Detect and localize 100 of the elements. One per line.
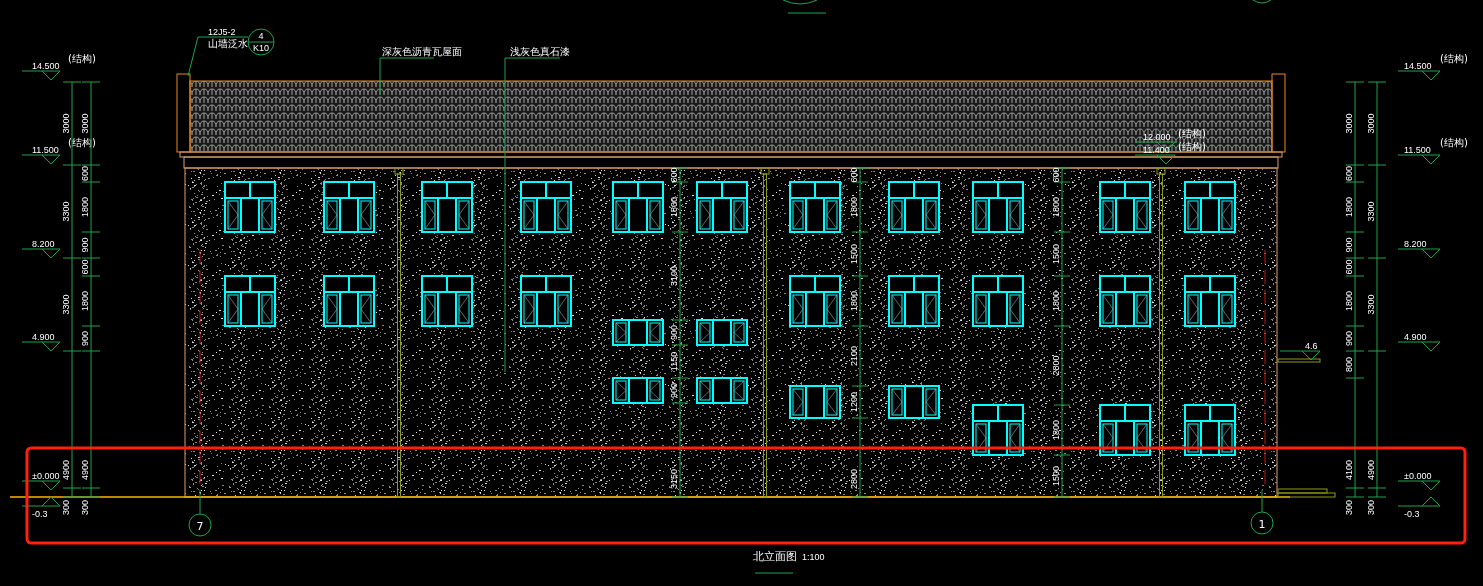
dimension-text: 1150 (669, 351, 679, 372)
elevation-label: ±0.000 (32, 471, 60, 481)
elevation-note: (结构) (1440, 137, 1468, 148)
window-drawing (1099, 404, 1151, 456)
dimension-text: 300 (1344, 500, 1354, 516)
dimension-text: 1800 (1051, 291, 1061, 311)
window-drawing (972, 275, 1024, 327)
dimension-text: 2800 (849, 469, 859, 489)
dimension-text: 1800 (1051, 420, 1061, 440)
window-drawing (520, 181, 572, 233)
elevation-label: 14.500 (32, 61, 60, 71)
elevation-note: (结构) (1440, 53, 1468, 64)
window-drawing (789, 275, 841, 327)
elevation-marker-icon (1397, 154, 1441, 165)
window-drawing (612, 319, 664, 346)
elevation-label: 4.900 (1404, 332, 1427, 342)
elevation-marker-icon (21, 496, 61, 507)
elevation-label: 8.200 (32, 239, 55, 249)
axis-number: 1 (1258, 518, 1266, 531)
elevation-marker-icon (1279, 350, 1321, 361)
dimension-text: 1500 (849, 244, 859, 264)
elevation-label: 8.200 (1404, 239, 1427, 249)
dimension-text: 3150 (669, 469, 679, 489)
window-drawing (972, 181, 1024, 233)
elevation-marker-icon (1397, 70, 1441, 81)
dimension-text: 3300 (61, 201, 71, 222)
dimension-text: 900 (80, 331, 90, 346)
dimension-text: 1800 (849, 197, 859, 217)
elevation-marker-icon (21, 248, 61, 259)
entrance-steps (1277, 488, 1336, 498)
dimension-text: 3100 (669, 266, 679, 286)
window-drawing (696, 377, 748, 404)
elevation-note: (结构) (68, 53, 96, 64)
window-drawing (1099, 181, 1151, 233)
window-drawing (789, 385, 841, 419)
elevation-label: ±0.000 (1404, 471, 1432, 481)
elevation-note: (结构) (1178, 128, 1206, 139)
elevation-label: -0.3 (1404, 509, 1420, 519)
dimension-text: 900 (1344, 237, 1354, 253)
window-drawing (696, 319, 748, 346)
dimension-text: 1800 (80, 291, 90, 311)
window-drawing (612, 377, 664, 404)
canopy-slab (1277, 358, 1321, 363)
elevation-marker-icon (21, 480, 61, 491)
window-drawing (888, 181, 940, 233)
dimension-text: 900 (669, 325, 679, 340)
dimension-text: 3300 (1366, 294, 1376, 315)
dimension-text: 2100 (849, 346, 859, 366)
dimension-text: 2800 (1051, 355, 1061, 376)
dimension-text: 3000 (80, 113, 90, 134)
elevation-label: 11.400 (1143, 145, 1170, 155)
dimension-text: 300 (80, 500, 90, 516)
dimension-text: 600 (1051, 167, 1061, 183)
elevation-label: 11.500 (32, 145, 59, 155)
elevation-marker-icon (1397, 341, 1441, 352)
elevation-marker-icon (1134, 154, 1176, 165)
bubble-number: 4 (258, 31, 264, 41)
material-note: 深灰色沥青瓦屋面 (382, 46, 462, 57)
dimension-text: 3300 (61, 294, 71, 315)
elevation-label: -0.3 (32, 509, 48, 519)
drawing-title: 北立面图 (753, 550, 797, 563)
elevation-marker-icon (21, 341, 61, 352)
dimension-text: 1200 (849, 392, 859, 412)
dimension-text: 1800 (1344, 197, 1354, 217)
dimension-text: 1800 (849, 291, 859, 311)
elevation-label: 4.6 (1305, 341, 1318, 351)
detail-note: 山墙泛水 (208, 38, 248, 49)
material-note: 浅灰色真石漆 (510, 46, 570, 57)
window-drawing (1184, 275, 1236, 327)
window-drawing (520, 275, 572, 327)
dimension-text: 1800 (669, 197, 679, 217)
dimension-text: 600 (80, 259, 90, 275)
window-drawing (323, 275, 375, 327)
leader-line (187, 36, 249, 77)
window-drawing (323, 181, 375, 233)
axis-number: 7 (196, 520, 204, 533)
dimension-text: 3000 (61, 113, 71, 134)
dimension-text: 1500 (1051, 244, 1061, 264)
detail-reference: 12J5-2 (208, 27, 236, 37)
elevation-label: 14.500 (1404, 61, 1432, 71)
title-underline (754, 572, 794, 574)
leader-line (379, 57, 435, 96)
dimension-text: 4900 (61, 460, 71, 480)
dimension-text: 900 (80, 237, 90, 253)
dimension-text: 600 (849, 167, 859, 183)
window-drawing (972, 404, 1024, 456)
window-drawing (1184, 181, 1236, 233)
window-drawing (224, 181, 276, 233)
window-drawing (888, 275, 940, 327)
window-drawing (1099, 275, 1151, 327)
dimension-text: 3000 (1344, 113, 1354, 134)
window-drawing (789, 181, 841, 233)
dimension-text: 1500 (1051, 466, 1061, 486)
window-drawing (1184, 404, 1236, 456)
dimension-text: 3000 (1366, 113, 1376, 134)
elevation-label: 4.900 (32, 332, 55, 342)
window-drawing (421, 181, 473, 233)
dimension-text: 3300 (1366, 201, 1376, 222)
dimension-text: 4900 (80, 460, 90, 480)
dimension-text: 600 (669, 167, 679, 183)
